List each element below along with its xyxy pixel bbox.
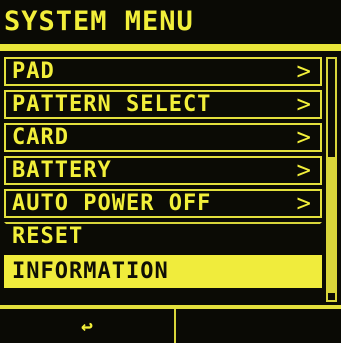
menu-item-label: AUTO POWER OFF [12, 191, 212, 216]
system-menu-list: PAD > PATTERN SELECT > CARD > BATTERY > … [4, 57, 322, 292]
chevron-right-icon: > [296, 156, 312, 184]
menu-item-label: PAD [12, 59, 55, 84]
right-softkey[interactable] [176, 309, 341, 343]
return-arrow-icon: ↩ [80, 314, 94, 338]
softkey-bar: ↩ [0, 309, 341, 343]
chevron-right-icon: > [296, 123, 312, 151]
menu-item-pattern-select[interactable]: PATTERN SELECT > [4, 90, 322, 119]
scrollbar-thumb[interactable] [328, 157, 335, 293]
menu-item-label: BATTERY [12, 158, 112, 183]
menu-item-information[interactable]: INFORMATION [4, 255, 322, 288]
menu-item-label: PATTERN SELECT [12, 92, 212, 117]
page-title: SYSTEM MENU [0, 0, 341, 44]
device-screen: SYSTEM MENU PAD > PATTERN SELECT > CARD … [0, 0, 341, 343]
menu-item-auto-power-off[interactable]: AUTO POWER OFF > [4, 189, 322, 218]
menu-item-reset[interactable]: RESET [4, 222, 322, 251]
menu-item-label: RESET [12, 224, 84, 249]
chevron-right-icon: > [296, 90, 312, 118]
scrollbar[interactable] [326, 57, 337, 302]
title-divider [0, 44, 341, 51]
menu-item-label: INFORMATION [12, 259, 169, 284]
menu-item-pad[interactable]: PAD > [4, 57, 322, 86]
chevron-right-icon: > [296, 57, 312, 85]
chevron-right-icon: > [296, 189, 312, 217]
menu-item-battery[interactable]: BATTERY > [4, 156, 322, 185]
back-softkey[interactable]: ↩ [0, 309, 176, 343]
menu-item-card[interactable]: CARD > [4, 123, 322, 152]
menu-item-label: CARD [12, 125, 69, 150]
